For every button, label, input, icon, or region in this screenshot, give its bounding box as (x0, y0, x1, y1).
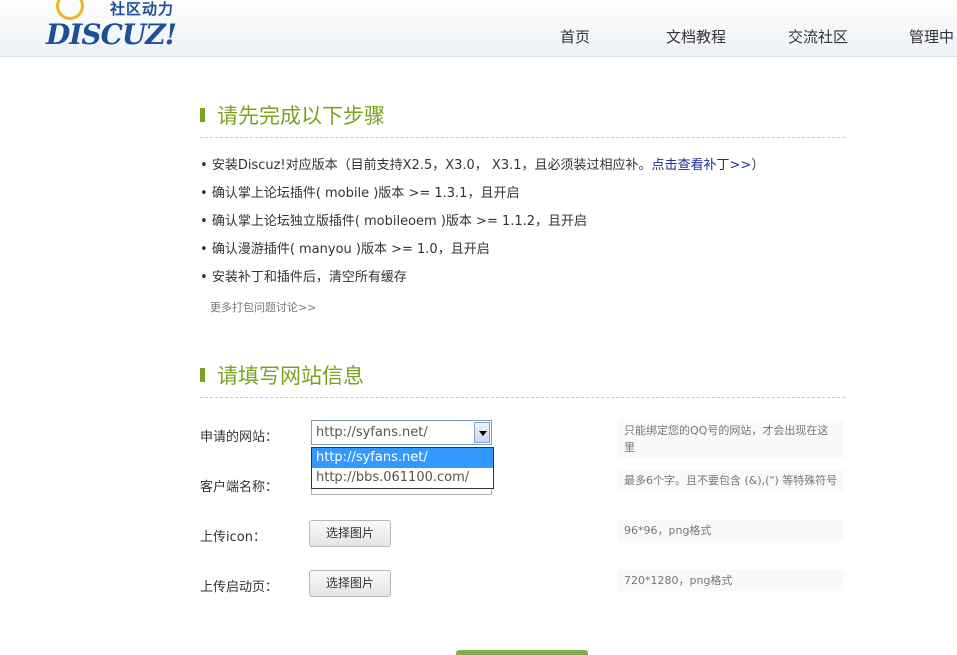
main-nav: 首页 文档教程 交流社区 管理中 (0, 26, 957, 48)
site-section-title: 请填写网站信息 (200, 360, 364, 390)
site-label: 申请的网站： (200, 430, 279, 445)
chevron-down-icon[interactable] (474, 422, 490, 443)
patch-link[interactable]: 点击查看补丁>> (652, 158, 752, 173)
client-name-hint: 最多6个字。且不要包含 (&),(") 等特殊符号 (618, 470, 844, 491)
nav-item-admin[interactable]: 管理中 (909, 26, 954, 47)
step-item: • 安装补丁和插件后，清空所有缓存 (200, 270, 407, 285)
choose-splash-button[interactable]: 选择图片 (309, 570, 391, 597)
site-select[interactable]: http://syfans.net/ (311, 420, 492, 445)
step-text: 安装补丁和插件后，清空所有缓存 (211, 270, 407, 285)
top-header: 社区动力 DISCUZ! 首页 文档教程 交流社区 管理中 (0, 0, 957, 57)
submit-button[interactable] (456, 650, 588, 655)
nav-item-docs[interactable]: 文档教程 (666, 26, 726, 47)
splash-upload-label: 上传启动页： (200, 580, 279, 595)
steps-section-title: 请先完成以下步骤 (200, 100, 385, 130)
site-title-text: 请填写网站信息 (217, 364, 364, 388)
choose-icon-button[interactable]: 选择图片 (309, 520, 391, 547)
nav-item-home[interactable]: 首页 (560, 26, 590, 47)
divider (200, 397, 845, 398)
icon-hint: 96*96，png格式 (618, 520, 844, 541)
divider (200, 137, 845, 138)
section-marker-icon (200, 108, 205, 122)
site-option[interactable]: http://syfans.net/ (312, 448, 493, 468)
site-select-value: http://syfans.net/ (316, 425, 428, 440)
nav-item-community[interactable]: 交流社区 (788, 26, 848, 47)
step-item: • 确认掌上论坛独立版插件( mobileoem )版本 >= 1.1.2，且开… (200, 214, 588, 229)
site-select-dropdown: http://syfans.net/ http://bbs.061100.com… (311, 447, 494, 489)
site-hint: 只能绑定您的QQ号的网站，才会出现在这里 (618, 420, 844, 458)
steps-title-text: 请先完成以下步骤 (217, 104, 385, 128)
step-text-after: ） (751, 158, 765, 173)
step-item: • 确认漫游插件( manyou )版本 >= 1.0，且开启 (200, 242, 490, 257)
step-item: • 确认掌上论坛插件( mobile )版本 >= 1.3.1，且开启 (200, 186, 520, 201)
section-marker-icon (200, 368, 205, 382)
more-discussion-link[interactable]: 更多打包问题讨论>> (210, 299, 316, 315)
site-option[interactable]: http://bbs.061100.com/ (312, 468, 493, 488)
logo-subtitle: 社区动力 (110, 0, 175, 18)
step-text: 确认掌上论坛插件( mobile )版本 >= 1.3.1，且开启 (211, 186, 520, 201)
splash-hint: 720*1280，png格式 (618, 570, 844, 591)
step-text: 确认漫游插件( manyou )版本 >= 1.0，且开启 (211, 242, 490, 257)
logo-swirl-icon (56, 0, 84, 20)
step-text: 确认掌上论坛独立版插件( mobileoem )版本 >= 1.1.2，且开启 (211, 214, 588, 229)
client-name-label: 客户端名称： (200, 480, 279, 495)
step-text: 安装Discuz!对应版本（目前支持X2.5，X3.0， X3.1，且必须装过相… (211, 158, 652, 173)
step-item: • 安装Discuz!对应版本（目前支持X2.5，X3.0， X3.1，且必须装… (200, 158, 765, 173)
icon-upload-label: 上传icon： (200, 530, 266, 545)
